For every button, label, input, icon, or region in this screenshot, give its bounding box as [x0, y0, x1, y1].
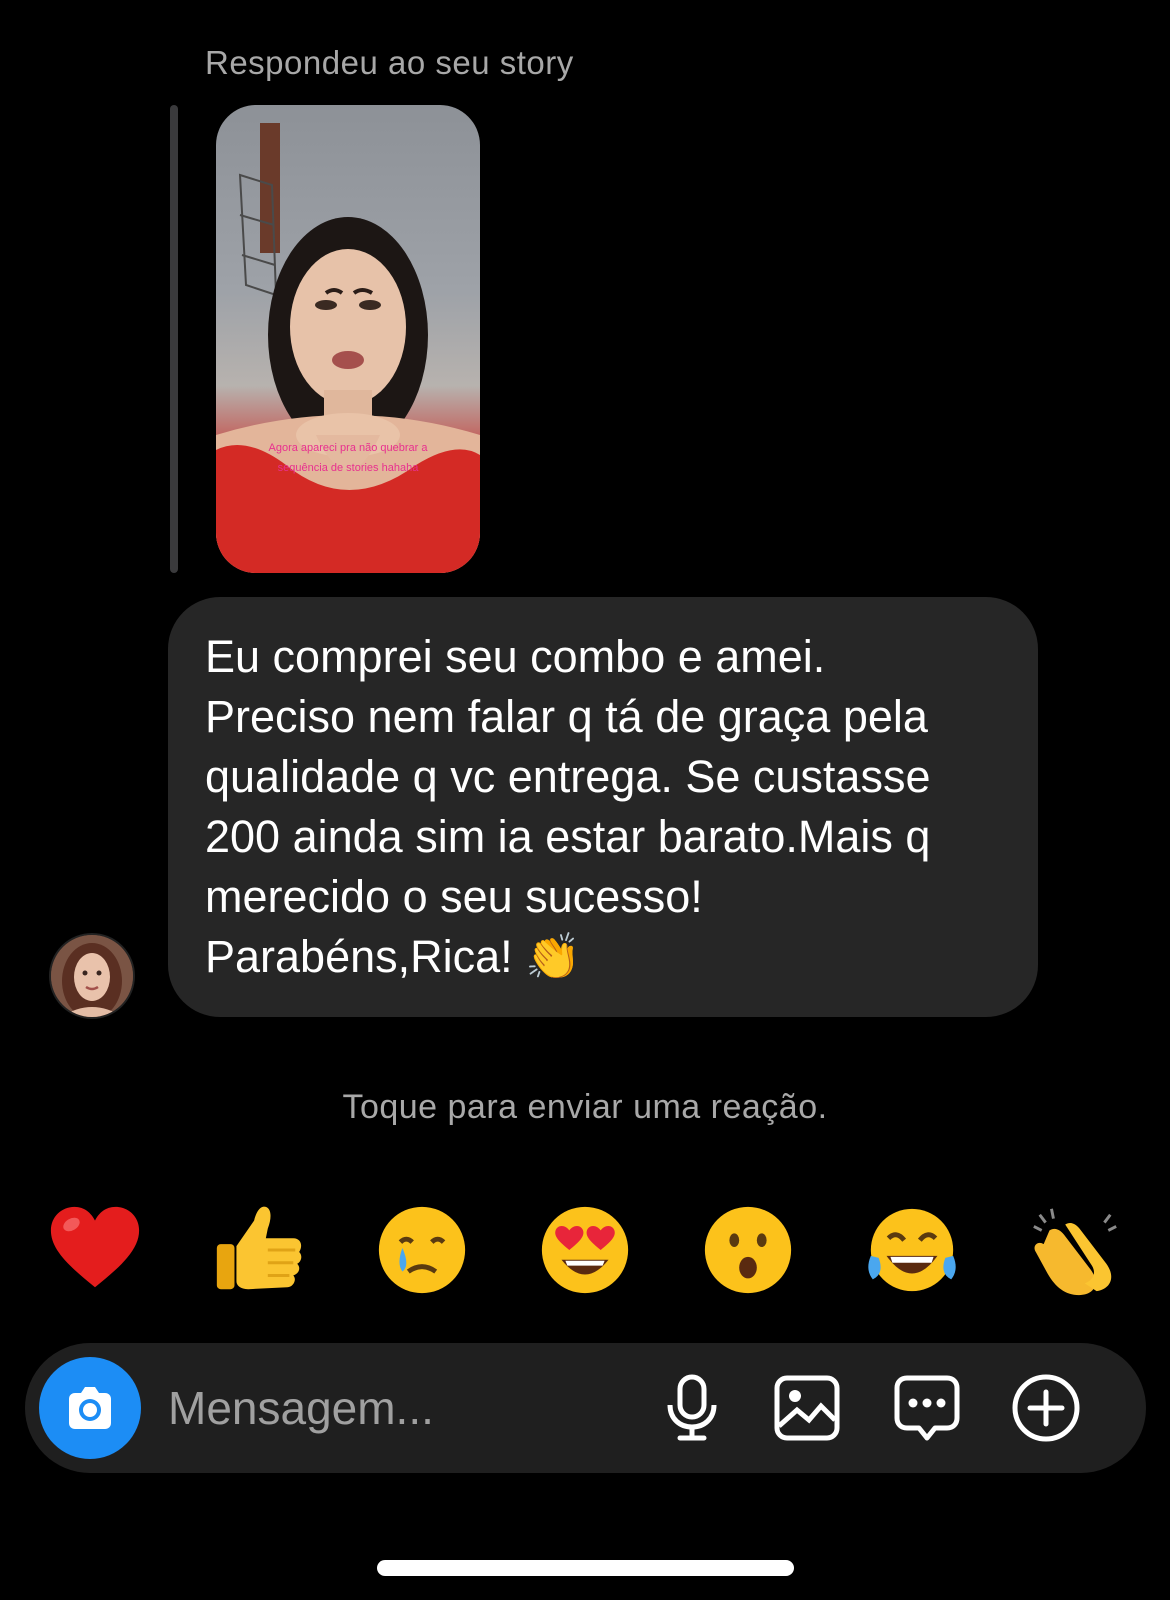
- add-icon: [1012, 1374, 1080, 1442]
- reaction-hint: Toque para enviar uma reação.: [342, 1088, 828, 1126]
- reaction-tears-of-joy[interactable]: [857, 1195, 967, 1305]
- message-bubble[interactable]: Eu comprei seu combo e amei. Preciso nem…: [168, 597, 1038, 1017]
- microphone-button[interactable]: [657, 1373, 727, 1443]
- message-input[interactable]: [168, 1373, 648, 1443]
- reaction-thumbs-up[interactable]: [203, 1195, 313, 1305]
- message-composer: [25, 1343, 1146, 1473]
- thumbs-up-icon: [217, 1206, 302, 1290]
- home-indicator[interactable]: [377, 1560, 794, 1576]
- story-overlay-text: Agora apareci pra não quebrar a sequênci…: [268, 442, 428, 474]
- sticker-button[interactable]: [892, 1373, 962, 1443]
- avatar-image: [51, 935, 133, 1017]
- camera-button[interactable]: [39, 1357, 141, 1459]
- story-reply-caption: Respondeu ao seu story: [205, 44, 574, 81]
- reaction-clapping[interactable]: [1020, 1195, 1130, 1305]
- sticker-chat-icon: [894, 1375, 960, 1441]
- story-image: [216, 123, 480, 573]
- reply-quote-bar: [170, 105, 178, 573]
- heart-icon: [50, 1206, 140, 1288]
- reaction-heart-eyes[interactable]: [530, 1195, 640, 1305]
- heart-eyes-icon: [541, 1206, 629, 1294]
- tears-of-joy-icon: [867, 1208, 956, 1292]
- crying-face-icon: [378, 1206, 465, 1294]
- surprised-face-icon: [705, 1206, 792, 1294]
- gallery-button[interactable]: [772, 1373, 842, 1443]
- story-thumbnail[interactable]: Agora apareci pra não quebrar a sequênci…: [216, 105, 480, 573]
- image-icon: [774, 1375, 840, 1441]
- reaction-bar: [40, 1195, 1130, 1305]
- message-text: Eu comprei seu combo e amei. Preciso nem…: [205, 631, 931, 982]
- microphone-icon: [667, 1374, 717, 1441]
- sender-avatar[interactable]: [49, 933, 135, 1019]
- reaction-surprised[interactable]: [693, 1195, 803, 1305]
- add-button[interactable]: [1011, 1373, 1081, 1443]
- reaction-heart[interactable]: [40, 1195, 150, 1305]
- clapping-hands-icon: [1033, 1208, 1117, 1296]
- reaction-crying[interactable]: [367, 1195, 477, 1305]
- camera-icon: [69, 1387, 111, 1429]
